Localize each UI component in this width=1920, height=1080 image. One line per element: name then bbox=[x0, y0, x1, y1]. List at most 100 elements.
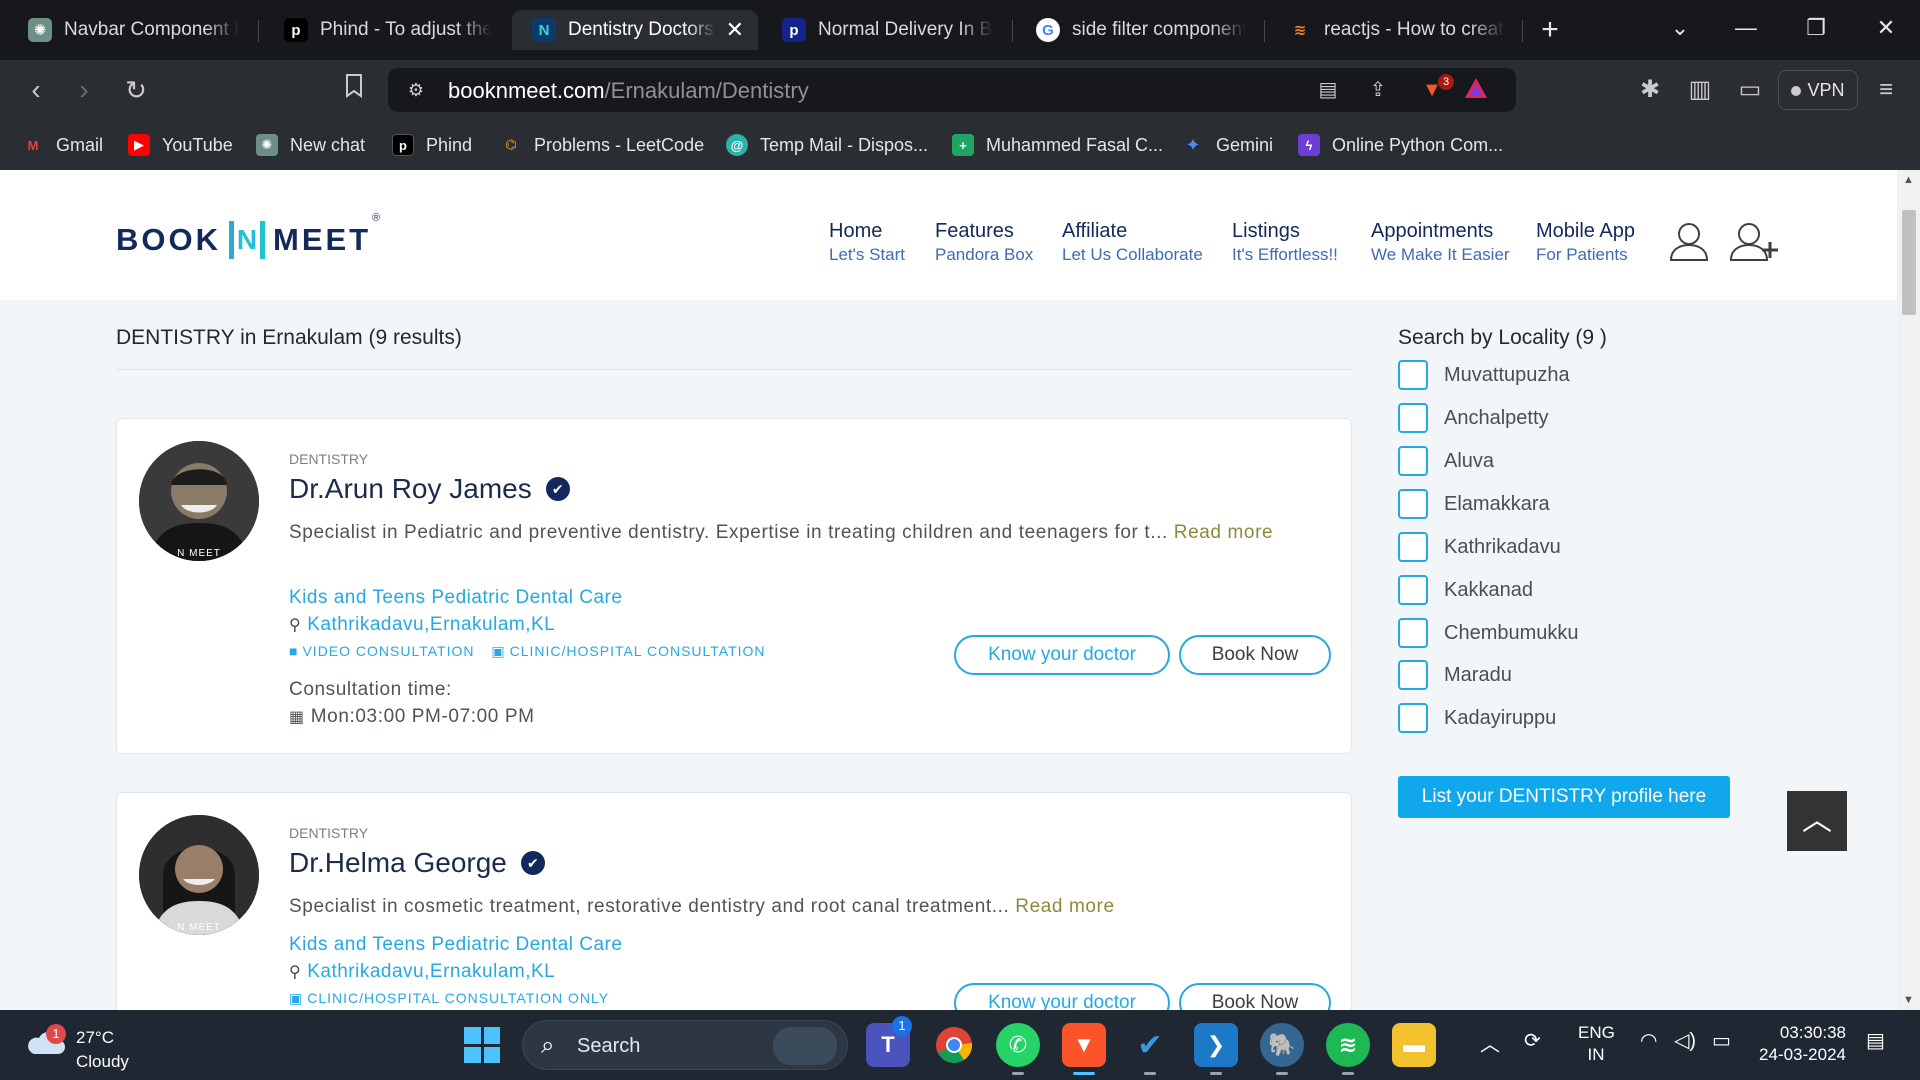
nav-listings[interactable]: Listings It's Effortless!! bbox=[1232, 220, 1338, 265]
forward-button[interactable]: › bbox=[64, 70, 104, 110]
tab-list-chevron-icon[interactable]: ⌄ bbox=[1660, 8, 1700, 48]
reload-button[interactable]: ↻ bbox=[116, 70, 156, 110]
system-clock[interactable]: 03:30:38 24-03-2024 bbox=[1756, 1022, 1846, 1066]
wifi-icon[interactable]: ◠ bbox=[1640, 1028, 1657, 1053]
vpn-button[interactable]: VPN bbox=[1778, 70, 1858, 110]
doctor-name[interactable]: Dr.Arun Roy James ✔ bbox=[289, 473, 570, 505]
tab-reactjs[interactable]: ≋ reactjs - How to create bbox=[1268, 10, 1520, 50]
locality-filter-item[interactable]: Anchalpetty bbox=[1398, 403, 1549, 433]
vscode-app-icon[interactable]: ❯ bbox=[1194, 1023, 1238, 1067]
locality-checkbox[interactable] bbox=[1398, 532, 1428, 562]
close-tab-icon[interactable]: ✕ bbox=[726, 17, 744, 43]
locality-filter-item[interactable]: Maradu bbox=[1398, 660, 1512, 690]
tab-phind[interactable]: p Phind - To adjust the la bbox=[264, 10, 506, 50]
bookmark-button[interactable] bbox=[334, 70, 374, 110]
booknmeet-logo[interactable]: BOOK N MEET ® bbox=[116, 212, 380, 260]
clinic-name[interactable]: Kids and Teens Pediatric Dental Care bbox=[289, 934, 622, 956]
nav-home[interactable]: Home Let's Start bbox=[829, 220, 905, 265]
locality-checkbox[interactable] bbox=[1398, 618, 1428, 648]
extensions-icon[interactable]: ✱ bbox=[1630, 70, 1670, 110]
show-hidden-icons-chevron[interactable]: ︿ bbox=[1480, 1028, 1500, 1057]
file-explorer-app-icon[interactable]: ▬ bbox=[1392, 1023, 1436, 1067]
tab-navbar-component[interactable]: ✺ Navbar Component Imp bbox=[8, 10, 254, 50]
doctor-avatar[interactable]: N MEET bbox=[139, 441, 259, 561]
nav-mobile-app[interactable]: Mobile App For Patients bbox=[1536, 220, 1635, 265]
menu-icon[interactable]: ≡ bbox=[1866, 70, 1906, 110]
bookmark-online-python[interactable]: ϟ Online Python Com... bbox=[1298, 130, 1503, 160]
volume-icon[interactable]: ◁) bbox=[1674, 1028, 1696, 1053]
tab-normal-delivery[interactable]: p Normal Delivery In Ban bbox=[762, 10, 1008, 50]
notifications-icon[interactable]: ▤ bbox=[1866, 1028, 1885, 1053]
share-icon[interactable]: ⇪ bbox=[1364, 76, 1392, 104]
locality-filter-item[interactable]: Kathrikadavu bbox=[1398, 532, 1561, 562]
sidebar-toggle-icon[interactable]: ▥ bbox=[1680, 70, 1720, 110]
chrome-app-icon[interactable] bbox=[932, 1023, 976, 1067]
register-button[interactable] bbox=[1726, 220, 1786, 266]
weather-widget[interactable]: 1 27°C Cloudy bbox=[26, 1018, 146, 1072]
read-more-link[interactable]: Read more bbox=[1174, 522, 1273, 543]
know-your-doctor-button[interactable]: Know your doctor bbox=[954, 983, 1170, 1010]
reader-mode-icon[interactable]: ▤ bbox=[1314, 76, 1342, 104]
nav-appointments[interactable]: Appointments We Make It Easier bbox=[1371, 220, 1510, 265]
list-profile-button[interactable]: List your DENTISTRY profile here bbox=[1398, 776, 1730, 818]
scroll-to-top-button[interactable]: ︿ bbox=[1787, 791, 1847, 851]
bookmark-muhammed[interactable]: + Muhammed Fasal C... bbox=[952, 130, 1163, 160]
spotify-app-icon[interactable]: ≋ bbox=[1326, 1023, 1370, 1067]
book-now-button[interactable]: Book Now bbox=[1179, 635, 1331, 675]
scrollbar-thumb[interactable] bbox=[1902, 210, 1916, 315]
locality-checkbox[interactable] bbox=[1398, 403, 1428, 433]
taskbar-search[interactable]: ⌕ Search bbox=[522, 1020, 848, 1070]
know-your-doctor-button[interactable]: Know your doctor bbox=[954, 635, 1170, 675]
locality-filter-item[interactable]: Elamakkara bbox=[1398, 489, 1550, 519]
doctor-avatar[interactable]: N MEET bbox=[139, 815, 259, 935]
clinic-name[interactable]: Kids and Teens Pediatric Dental Care bbox=[289, 587, 622, 609]
tab-dentistry-doctors[interactable]: N Dentistry Doctors i ✕ bbox=[512, 10, 758, 50]
bookmark-gemini[interactable]: ✦ Gemini bbox=[1182, 130, 1273, 160]
back-button[interactable]: ‹ bbox=[16, 70, 56, 110]
new-tab-button[interactable]: + bbox=[1535, 10, 1565, 50]
locality-checkbox[interactable] bbox=[1398, 703, 1428, 733]
nav-features[interactable]: Features Pandora Box bbox=[935, 220, 1033, 265]
todo-app-icon[interactable]: ✔ bbox=[1128, 1023, 1172, 1067]
bookmark-leetcode[interactable]: ⌬ Problems - LeetCode bbox=[500, 130, 704, 160]
locality-checkbox[interactable] bbox=[1398, 360, 1428, 390]
locality-checkbox[interactable] bbox=[1398, 489, 1428, 519]
brave-rewards-icon[interactable] bbox=[1462, 76, 1490, 104]
bookmark-new-chat[interactable]: ✺ New chat bbox=[256, 130, 365, 160]
brave-app-icon[interactable]: ▼ bbox=[1062, 1023, 1106, 1067]
scroll-up-arrow-icon[interactable]: ▲ bbox=[1897, 170, 1920, 190]
nav-affiliate[interactable]: Affiliate Let Us Collaborate bbox=[1062, 220, 1203, 265]
whatsapp-app-icon[interactable]: ✆ bbox=[996, 1023, 1040, 1067]
scroll-down-arrow-icon[interactable]: ▼ bbox=[1897, 990, 1920, 1010]
locality-checkbox[interactable] bbox=[1398, 575, 1428, 605]
login-button[interactable] bbox=[1666, 220, 1712, 266]
restore-button[interactable]: ❐ bbox=[1796, 8, 1836, 48]
locality-checkbox[interactable] bbox=[1398, 446, 1428, 476]
locality-filter-item[interactable]: Aluva bbox=[1398, 446, 1494, 476]
site-settings-icon[interactable]: ⚙ bbox=[404, 78, 428, 102]
bookmark-youtube[interactable]: ▶ YouTube bbox=[128, 130, 233, 160]
bookmark-phind[interactable]: p Phind bbox=[392, 130, 472, 160]
wallet-icon[interactable]: ▭ bbox=[1730, 70, 1770, 110]
read-more-link[interactable]: Read more bbox=[1015, 896, 1114, 917]
postgresql-app-icon[interactable]: 🐘 bbox=[1260, 1023, 1304, 1067]
sync-icon[interactable]: ⟳ bbox=[1524, 1028, 1541, 1053]
page-scrollbar[interactable]: ▲ ▼ bbox=[1897, 170, 1920, 1010]
battery-icon[interactable]: ▭ bbox=[1712, 1028, 1731, 1053]
windows-logo-pane bbox=[483, 1046, 500, 1063]
locality-filter-item[interactable]: Kakkanad bbox=[1398, 575, 1533, 605]
locality-filter-item[interactable]: Muvattupuzha bbox=[1398, 360, 1570, 390]
start-button[interactable] bbox=[464, 1027, 500, 1063]
minimize-button[interactable]: — bbox=[1726, 8, 1766, 48]
bookmark-temp-mail[interactable]: @ Temp Mail - Dispos... bbox=[726, 130, 928, 160]
locality-filter-item[interactable]: Chembumukku bbox=[1398, 618, 1579, 648]
locality-checkbox[interactable] bbox=[1398, 660, 1428, 690]
bookmark-gmail[interactable]: M Gmail bbox=[22, 130, 103, 160]
book-now-button[interactable]: Book Now bbox=[1179, 983, 1331, 1010]
address-bar[interactable]: ⚙ booknmeet.com/Ernakulam/Dentistry ▤ ⇪ … bbox=[388, 68, 1516, 112]
close-window-button[interactable]: ✕ bbox=[1866, 8, 1906, 48]
input-language[interactable]: ENG IN bbox=[1578, 1022, 1615, 1066]
doctor-name[interactable]: Dr.Helma George ✔ bbox=[289, 847, 545, 879]
locality-filter-item[interactable]: Kadayiruppu bbox=[1398, 703, 1556, 733]
tab-side-filter[interactable]: G side filter component r bbox=[1016, 10, 1260, 50]
